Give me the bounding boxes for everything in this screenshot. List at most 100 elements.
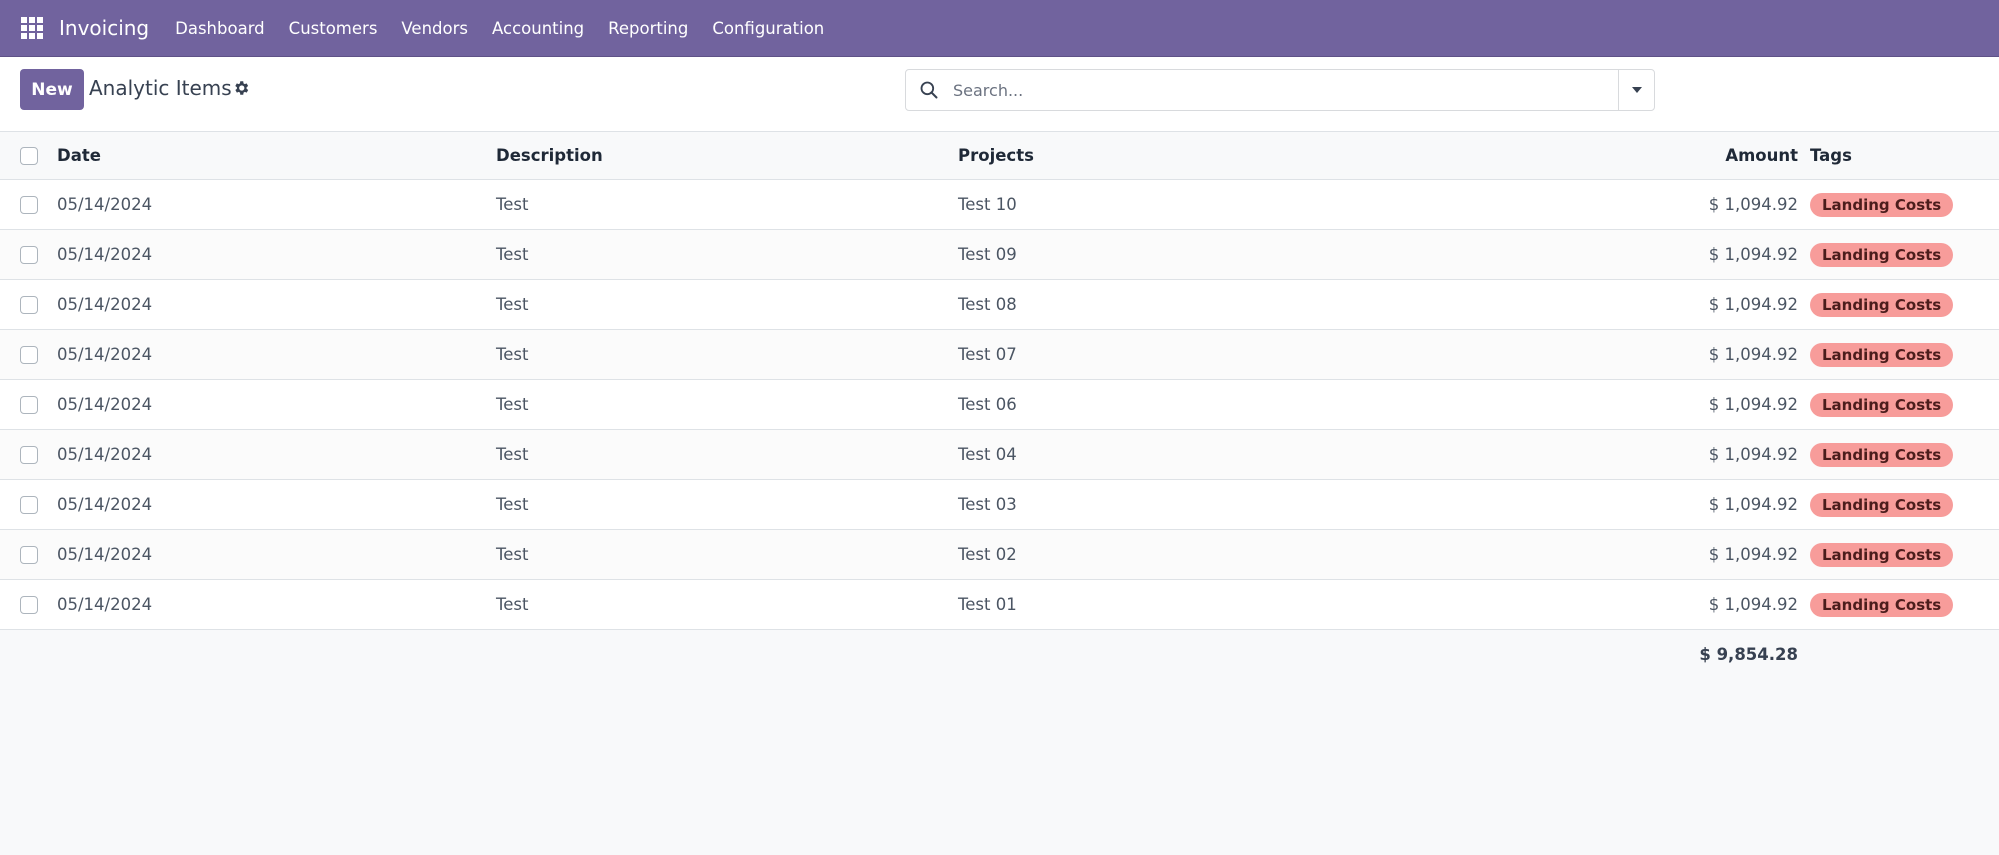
table-row[interactable]: 05/14/2024 Test Test 04 $ 1,094.92 Landing C… — [0, 430, 1999, 480]
row-checkbox[interactable] — [20, 195, 38, 214]
cell-description: Test — [496, 595, 529, 614]
tag-badge: Landing Costs — [1810, 292, 1954, 317]
cell-date: 05/14/2024 — [57, 295, 153, 314]
gear-icon[interactable] — [232, 79, 250, 97]
row-checkbox[interactable] — [20, 545, 38, 564]
page-title: Analytic Items — [89, 76, 232, 100]
cell-date: 05/14/2024 — [57, 245, 153, 264]
menu-vendors[interactable]: Vendors — [401, 19, 468, 38]
cell-project: Test 08 — [958, 295, 1017, 314]
cell-description: Test — [496, 345, 529, 364]
menu-reporting[interactable]: Reporting — [608, 19, 688, 38]
cell-date: 05/14/2024 — [57, 495, 153, 514]
cell-date: 05/14/2024 — [57, 445, 153, 464]
cell-amount: $ 1,094.92 — [1708, 295, 1798, 314]
search-options-toggle[interactable] — [1618, 70, 1654, 110]
tag-badge: Landing Costs — [1810, 542, 1954, 567]
column-header-date[interactable]: Date — [57, 132, 101, 179]
row-checkbox[interactable] — [20, 395, 38, 414]
menu-configuration[interactable]: Configuration — [712, 19, 824, 38]
tag-badge: Landing Costs — [1810, 192, 1954, 217]
cell-date: 05/14/2024 — [57, 395, 153, 414]
caret-down-icon — [1631, 87, 1642, 93]
menu-customers[interactable]: Customers — [289, 19, 378, 38]
table-row[interactable]: 05/14/2024 Test Test 06 $ 1,094.92 Landing C… — [0, 380, 1999, 430]
new-button[interactable]: New — [20, 69, 84, 110]
row-checkbox[interactable] — [20, 445, 38, 464]
table-row[interactable]: 05/14/2024 Test Test 08 $ 1,094.92 Landing C… — [0, 280, 1999, 330]
table-header: Date Description Projects Amount Tags — [0, 132, 1999, 180]
cell-tags: Landing Costs — [1810, 280, 1954, 329]
cell-amount: $ 1,094.92 — [1708, 495, 1798, 514]
tag-badge: Landing Costs — [1810, 592, 1954, 617]
cell-description: Test — [496, 545, 529, 564]
select-all-checkbox[interactable] — [20, 146, 38, 165]
cell-tags: Landing Costs — [1810, 330, 1954, 379]
cell-description: Test — [496, 445, 529, 464]
cell-description: Test — [496, 295, 529, 314]
cell-project: Test 04 — [958, 445, 1017, 464]
cell-description: Test — [496, 395, 529, 414]
cell-tags: Landing Costs — [1810, 230, 1954, 279]
amount-total: $ 9,854.28 — [1699, 644, 1798, 664]
cell-date: 05/14/2024 — [57, 195, 153, 214]
cell-tags: Landing Costs — [1810, 430, 1954, 479]
cell-project: Test 09 — [958, 245, 1017, 264]
cell-tags: Landing Costs — [1810, 480, 1954, 529]
app-brand[interactable]: Invoicing — [59, 16, 149, 40]
cell-project: Test 07 — [958, 345, 1017, 364]
cell-amount: $ 1,094.92 — [1708, 445, 1798, 464]
table-row[interactable]: 05/14/2024 Test Test 10 $ 1,094.92 Landing C… — [0, 180, 1999, 230]
cell-amount: $ 1,094.92 — [1708, 195, 1798, 214]
table-row[interactable]: 05/14/2024 Test Test 02 $ 1,094.92 Landing C… — [0, 530, 1999, 580]
tag-badge: Landing Costs — [1810, 392, 1954, 417]
search-icon — [920, 81, 938, 99]
cell-date: 05/14/2024 — [57, 595, 153, 614]
cell-project: Test 02 — [958, 545, 1017, 564]
menu-dashboard[interactable]: Dashboard — [175, 19, 265, 38]
cell-date: 05/14/2024 — [57, 545, 153, 564]
column-header-description[interactable]: Description — [496, 132, 603, 179]
cell-tags: Landing Costs — [1810, 180, 1954, 229]
search-input[interactable] — [939, 70, 1618, 110]
menu-accounting[interactable]: Accounting — [492, 19, 584, 38]
cell-amount: $ 1,094.92 — [1708, 345, 1798, 364]
cell-amount: $ 1,094.92 — [1708, 545, 1798, 564]
control-panel: New Analytic Items — [0, 57, 1999, 132]
table-row[interactable]: 05/14/2024 Test Test 09 $ 1,094.92 Landing C… — [0, 230, 1999, 280]
row-checkbox[interactable] — [20, 245, 38, 264]
search-bar — [905, 69, 1655, 111]
cell-description: Test — [496, 495, 529, 514]
cell-date: 05/14/2024 — [57, 345, 153, 364]
tag-badge: Landing Costs — [1810, 242, 1954, 267]
top-navbar: Invoicing Dashboard Customers Vendors Ac… — [0, 0, 1999, 57]
column-header-amount[interactable]: Amount — [1725, 132, 1798, 179]
cell-tags: Landing Costs — [1810, 380, 1954, 429]
table-footer: $ 9,854.28 — [0, 630, 1999, 678]
row-checkbox[interactable] — [20, 345, 38, 364]
table-row[interactable]: 05/14/2024 Test Test 03 $ 1,094.92 Landing C… — [0, 480, 1999, 530]
cell-tags: Landing Costs — [1810, 530, 1954, 579]
cell-amount: $ 1,094.92 — [1708, 595, 1798, 614]
row-checkbox[interactable] — [20, 295, 38, 314]
apps-grid-icon[interactable] — [21, 17, 43, 39]
tag-badge: Landing Costs — [1810, 492, 1954, 517]
cell-project: Test 01 — [958, 595, 1017, 614]
cell-project: Test 06 — [958, 395, 1017, 414]
analytic-items-list: Date Description Projects Amount Tags 05… — [0, 132, 1999, 678]
cell-tags: Landing Costs — [1810, 580, 1954, 629]
tag-badge: Landing Costs — [1810, 442, 1954, 467]
cell-amount: $ 1,094.92 — [1708, 245, 1798, 264]
table-row[interactable]: 05/14/2024 Test Test 07 $ 1,094.92 Landing C… — [0, 330, 1999, 380]
row-checkbox[interactable] — [20, 595, 38, 614]
cell-project: Test 03 — [958, 495, 1017, 514]
tag-badge: Landing Costs — [1810, 342, 1954, 367]
table-row[interactable]: 05/14/2024 Test Test 01 $ 1,094.92 Landing C… — [0, 580, 1999, 630]
cell-description: Test — [496, 245, 529, 264]
column-header-tags[interactable]: Tags — [1810, 132, 1852, 179]
cell-description: Test — [496, 195, 529, 214]
column-header-projects[interactable]: Projects — [958, 132, 1034, 179]
row-checkbox[interactable] — [20, 495, 38, 514]
cell-project: Test 10 — [958, 195, 1017, 214]
cell-amount: $ 1,094.92 — [1708, 395, 1798, 414]
